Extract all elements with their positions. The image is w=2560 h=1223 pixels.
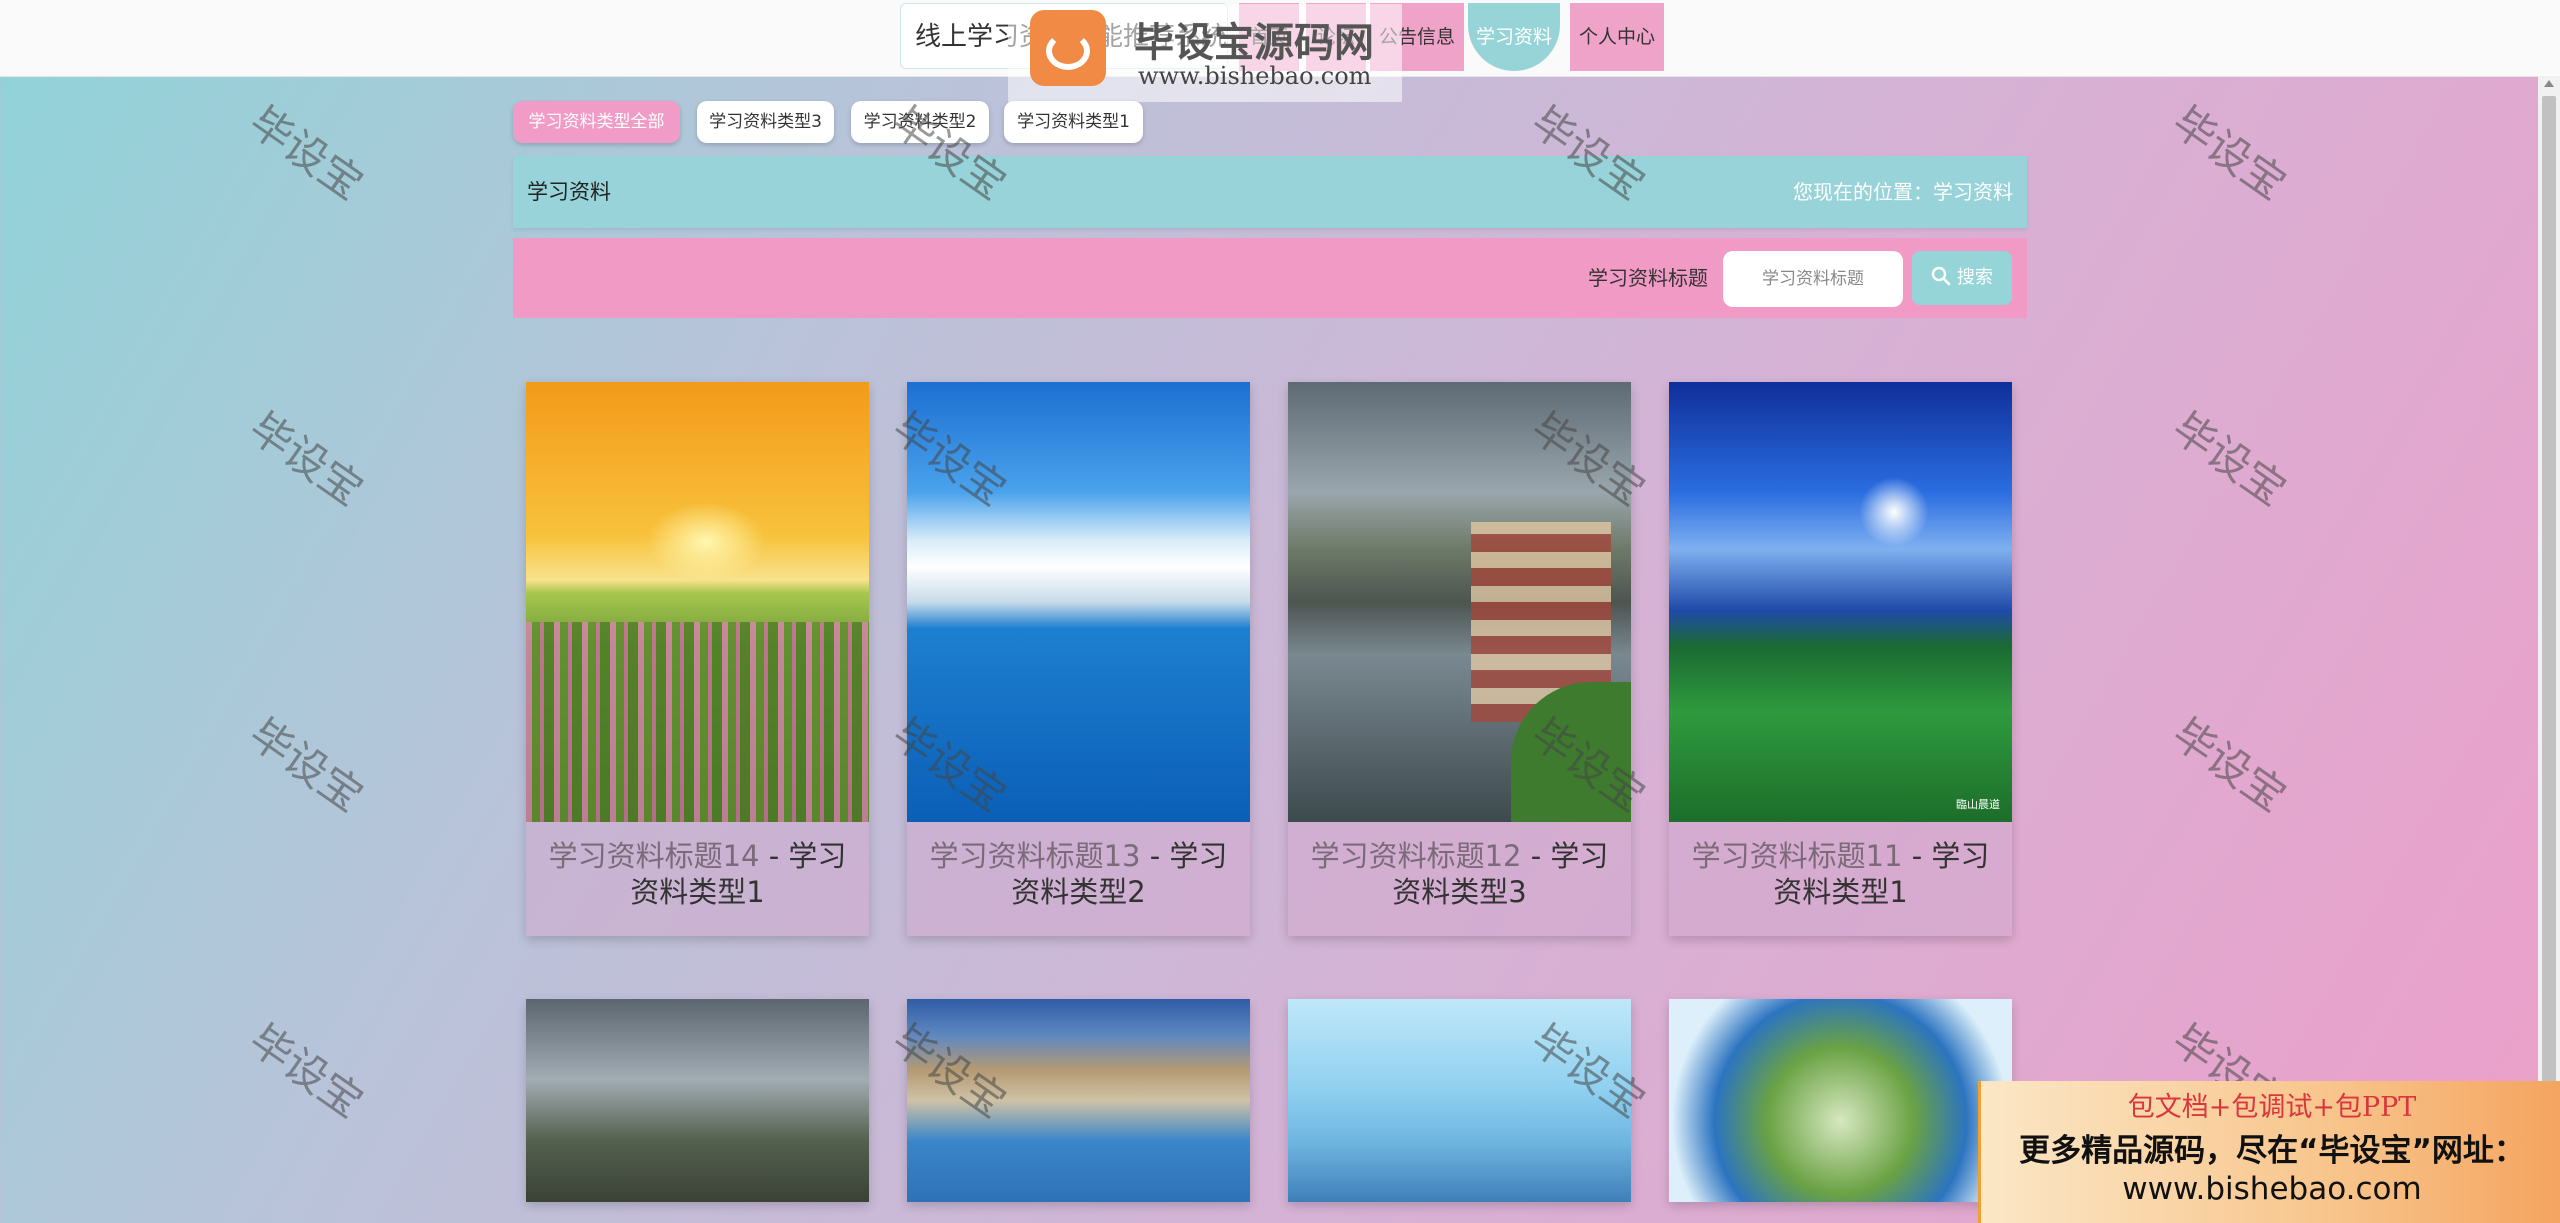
nav-study-materials[interactable]: 学习资料 xyxy=(1468,3,1560,71)
watermark-text: 毕设宝 xyxy=(240,708,372,822)
search-icon xyxy=(1931,266,1951,286)
page-title: 学习资料 xyxy=(527,180,611,204)
watermark-text: 毕设宝 xyxy=(240,402,372,516)
resource-card[interactable] xyxy=(907,999,1250,1202)
resource-card[interactable]: 臨山晨道 学习资料标题11 - 学习资料类型1 xyxy=(1669,382,2012,936)
watermark-text: 毕设宝 xyxy=(2163,96,2295,210)
card-separator: - xyxy=(1140,839,1170,873)
resource-card[interactable]: 学习资料标题13 - 学习资料类型2 xyxy=(907,382,1250,936)
card-caption[interactable]: 学习资料标题14 - 学习资料类型1 xyxy=(526,822,869,936)
resource-card[interactable] xyxy=(1669,999,2012,1202)
watermark-text: 毕设宝 xyxy=(2163,402,2295,516)
scrollbar-thumb[interactable] xyxy=(2542,96,2556,1096)
search-bar: 学习资料标题 搜索 xyxy=(513,238,2027,318)
card-image[interactable] xyxy=(526,382,869,822)
watermark-text: 毕设宝 xyxy=(240,1014,372,1128)
category-type1-button[interactable]: 学习资料类型1 xyxy=(1004,101,1143,143)
promo-line-2: 更多精品源码，尽在“毕设宝”网址： xyxy=(2019,1133,2525,1169)
resource-card[interactable]: 学习资料标题12 - 学习资料类型3 xyxy=(1288,382,1631,936)
card-caption[interactable]: 学习资料标题11 - 学习资料类型1 xyxy=(1669,822,2012,936)
logo-title: 毕设宝源码网 xyxy=(1134,20,1374,66)
card-image[interactable]: 臨山晨道 xyxy=(1669,382,2012,822)
logo-url: www.bishebao.com xyxy=(1138,62,1372,90)
image-watermark: 臨山晨道 xyxy=(1956,798,2000,811)
scroll-up-arrow-icon[interactable] xyxy=(2544,80,2554,87)
card-title: 学习资料标题14 xyxy=(548,839,760,873)
logo-watermark-overlay: 毕设宝源码网 www.bishebao.com xyxy=(1008,4,1402,102)
card-title: 学习资料标题12 xyxy=(1310,839,1522,873)
card-caption[interactable]: 学习资料标题12 - 学习资料类型3 xyxy=(1288,822,1631,936)
card-caption[interactable]: 学习资料标题13 - 学习资料类型2 xyxy=(907,822,1250,936)
promo-line-1: 包文档+包调试+包PPT xyxy=(2127,1092,2417,1123)
card-image[interactable] xyxy=(526,999,869,1202)
resource-card[interactable] xyxy=(1288,999,1631,1202)
breadcrumb-bar: 学习资料 您现在的位置：学习资料 xyxy=(513,156,2027,228)
search-label: 学习资料标题 xyxy=(1588,266,1708,290)
card-title: 学习资料标题13 xyxy=(929,839,1141,873)
watermark-text: 毕设宝 xyxy=(2163,708,2295,822)
card-image[interactable] xyxy=(1288,999,1631,1202)
promo-url[interactable]: www.bishebao.com xyxy=(1981,1171,2560,1207)
nav-personal-center[interactable]: 个人中心 xyxy=(1570,3,1664,71)
promo-banner[interactable]: 包文档+包调试+包PPT 更多精品源码，尽在“毕设宝”网址： www.bishe… xyxy=(1978,1081,2560,1223)
bishebao-logo-icon xyxy=(1030,10,1106,86)
watermark-text: 毕设宝 xyxy=(240,96,372,210)
category-type3-button[interactable]: 学习资料类型3 xyxy=(697,101,834,143)
resource-card[interactable]: 学习资料标题14 - 学习资料类型1 xyxy=(526,382,869,936)
card-image[interactable] xyxy=(907,999,1250,1202)
search-input[interactable] xyxy=(1723,251,1903,307)
search-button-label: 搜索 xyxy=(1956,267,1993,288)
card-separator: - xyxy=(759,839,789,873)
category-type2-button[interactable]: 学习资料类型2 xyxy=(851,101,989,143)
card-title: 学习资料标题11 xyxy=(1691,839,1903,873)
vertical-scrollbar[interactable] xyxy=(2538,76,2560,1223)
card-image[interactable] xyxy=(907,382,1250,822)
card-image[interactable] xyxy=(1669,999,2012,1202)
card-separator: - xyxy=(1521,839,1551,873)
category-all-button[interactable]: 学习资料类型全部 xyxy=(513,101,680,143)
card-separator: - xyxy=(1902,839,1932,873)
resource-card[interactable] xyxy=(526,999,869,1202)
breadcrumb-location: 您现在的位置：学习资料 xyxy=(1793,180,2013,204)
search-button[interactable]: 搜索 xyxy=(1912,251,2012,305)
card-image[interactable] xyxy=(1288,382,1631,822)
